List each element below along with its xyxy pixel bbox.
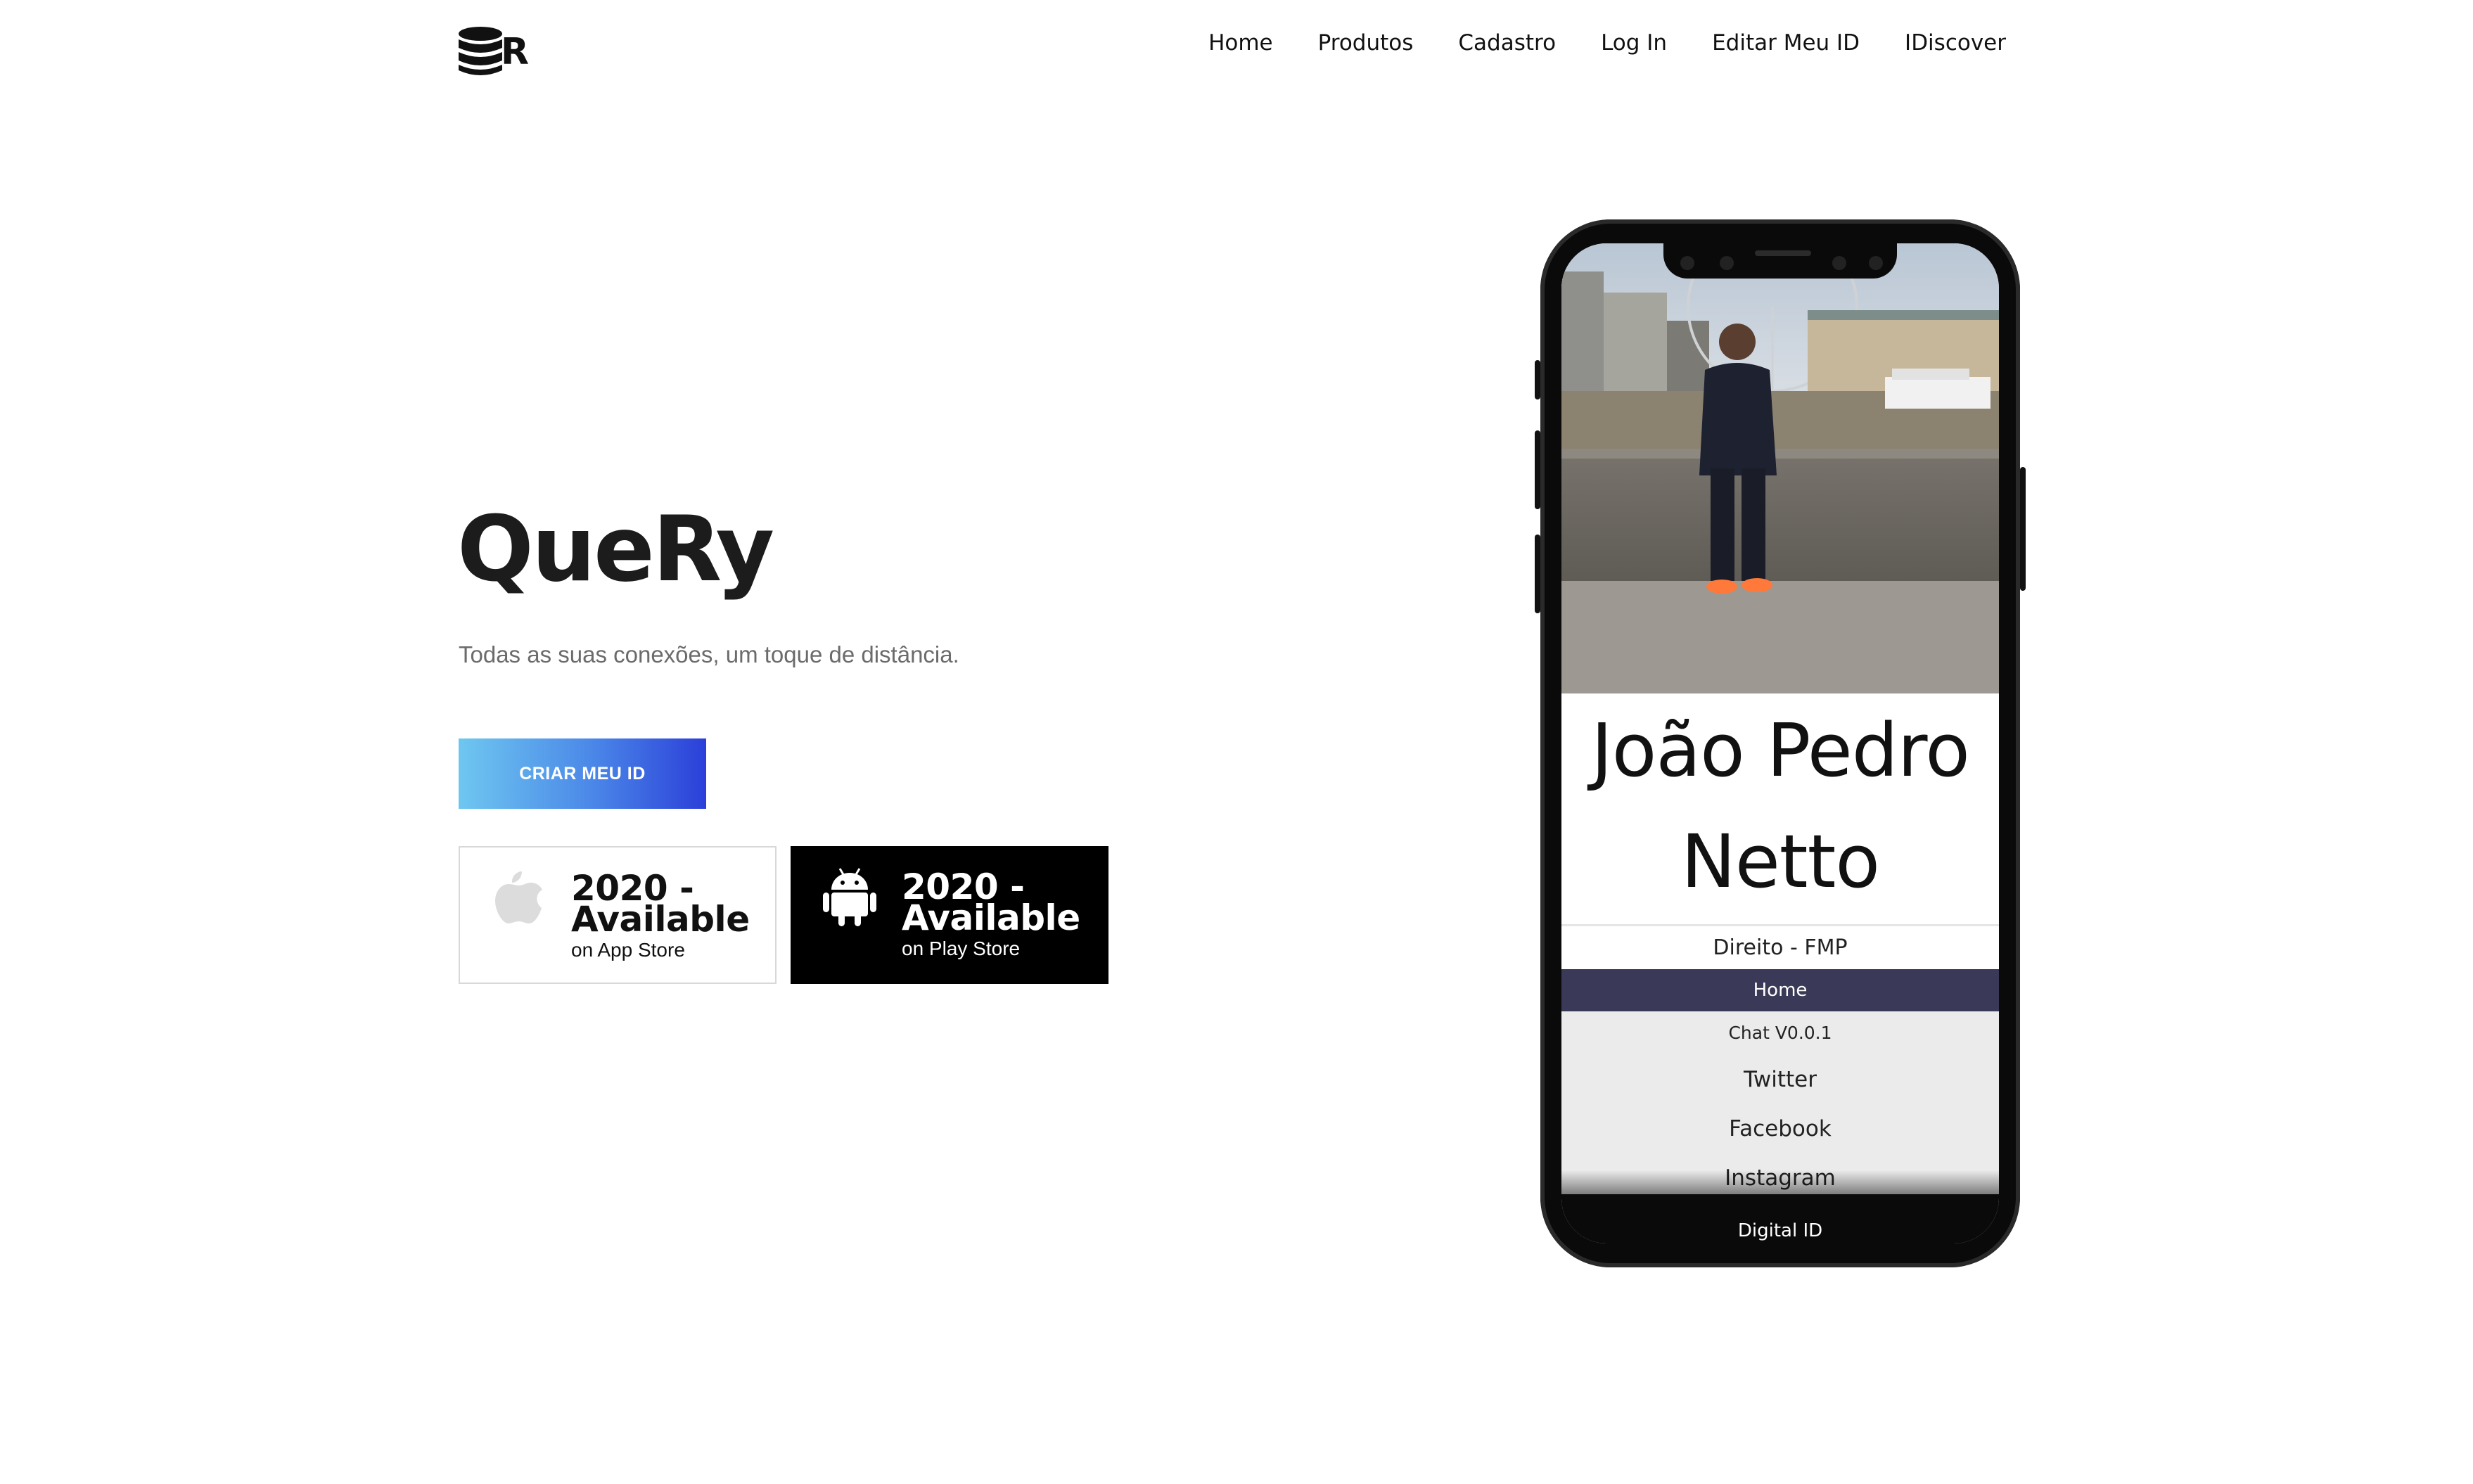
phone-notch	[1663, 243, 1897, 279]
nav-editar-meu-id[interactable]: Editar Meu ID	[1712, 32, 1860, 54]
speaker-icon	[1755, 250, 1811, 256]
nav-login[interactable]: Log In	[1601, 32, 1667, 54]
menu-item-twitter[interactable]: Twitter	[1561, 1055, 1999, 1104]
app-store-badge-subtitle: on App Store	[571, 939, 685, 961]
main-nav: Home Produtos Cadastro Log In Editar Meu…	[1208, 32, 2006, 54]
profile-name-line2: Netto	[1681, 819, 1880, 904]
phone-side-button	[1535, 360, 1540, 399]
nav-produtos[interactable]: Produtos	[1318, 32, 1414, 54]
menu-item-home[interactable]: Home	[1561, 969, 1999, 1011]
profile-photo	[1561, 243, 1999, 693]
digital-id-bar[interactable]: Digital ID	[1561, 1194, 1999, 1243]
menu-item-chat[interactable]: Chat V0.0.1	[1561, 1011, 1999, 1055]
nav-cadastro[interactable]: Cadastro	[1458, 32, 1556, 54]
database-icon	[459, 27, 502, 75]
sensor-icon	[1832, 256, 1846, 270]
camera-icon	[1680, 256, 1694, 270]
logo-letter: R	[501, 31, 530, 73]
phone-volume-down-button	[1535, 535, 1540, 613]
sensor-icon	[1720, 256, 1734, 270]
phone-power-button	[2020, 467, 2026, 591]
profile-menu: Home Chat V0.0.1 Twitter Facebook Instag…	[1561, 969, 1999, 1194]
nav-home[interactable]: Home	[1208, 32, 1273, 54]
profile-subtitle: Direito - FMP	[1713, 935, 1848, 960]
profile-photo-scene	[1561, 243, 1999, 693]
nav-idiscover[interactable]: IDiscover	[1905, 32, 2006, 54]
phone-mockup: João Pedro Netto Direito - FMP Home Chat…	[1535, 219, 2026, 1267]
hero-tagline: Todas as suas conexões, um toque de dist…	[459, 641, 959, 667]
app-store-badge-title: 2020 - Available	[571, 868, 750, 940]
logo[interactable]: R	[457, 24, 535, 80]
play-store-badge-subtitle: on Play Store	[902, 938, 1021, 959]
phone-volume-up-button	[1535, 430, 1540, 509]
play-store-badge-title: 2020 - Available	[902, 866, 1080, 938]
criar-meu-id-button[interactable]: CRIAR MEU ID	[459, 738, 706, 809]
play-store-badge[interactable]: 2020 - Available on Play Store	[791, 846, 1108, 984]
app-store-badge[interactable]: 2020 - Available on App Store	[459, 846, 777, 984]
phone-screen: João Pedro Netto Direito - FMP Home Chat…	[1561, 243, 1999, 1243]
divider	[1561, 924, 1999, 926]
profile-name-line1: João Pedro	[1591, 708, 1970, 793]
android-icon	[823, 868, 876, 926]
play-store-badge-text: 2020 - Available on Play Store	[902, 866, 1085, 960]
profile-name: João Pedro Netto	[1561, 695, 1999, 917]
app-store-badge-text: 2020 - Available on App Store	[571, 868, 754, 961]
hero-title: QueRy	[457, 497, 774, 602]
menu-item-facebook[interactable]: Facebook	[1561, 1104, 1999, 1153]
sensor-icon	[1869, 256, 1883, 270]
apple-icon	[495, 871, 542, 923]
